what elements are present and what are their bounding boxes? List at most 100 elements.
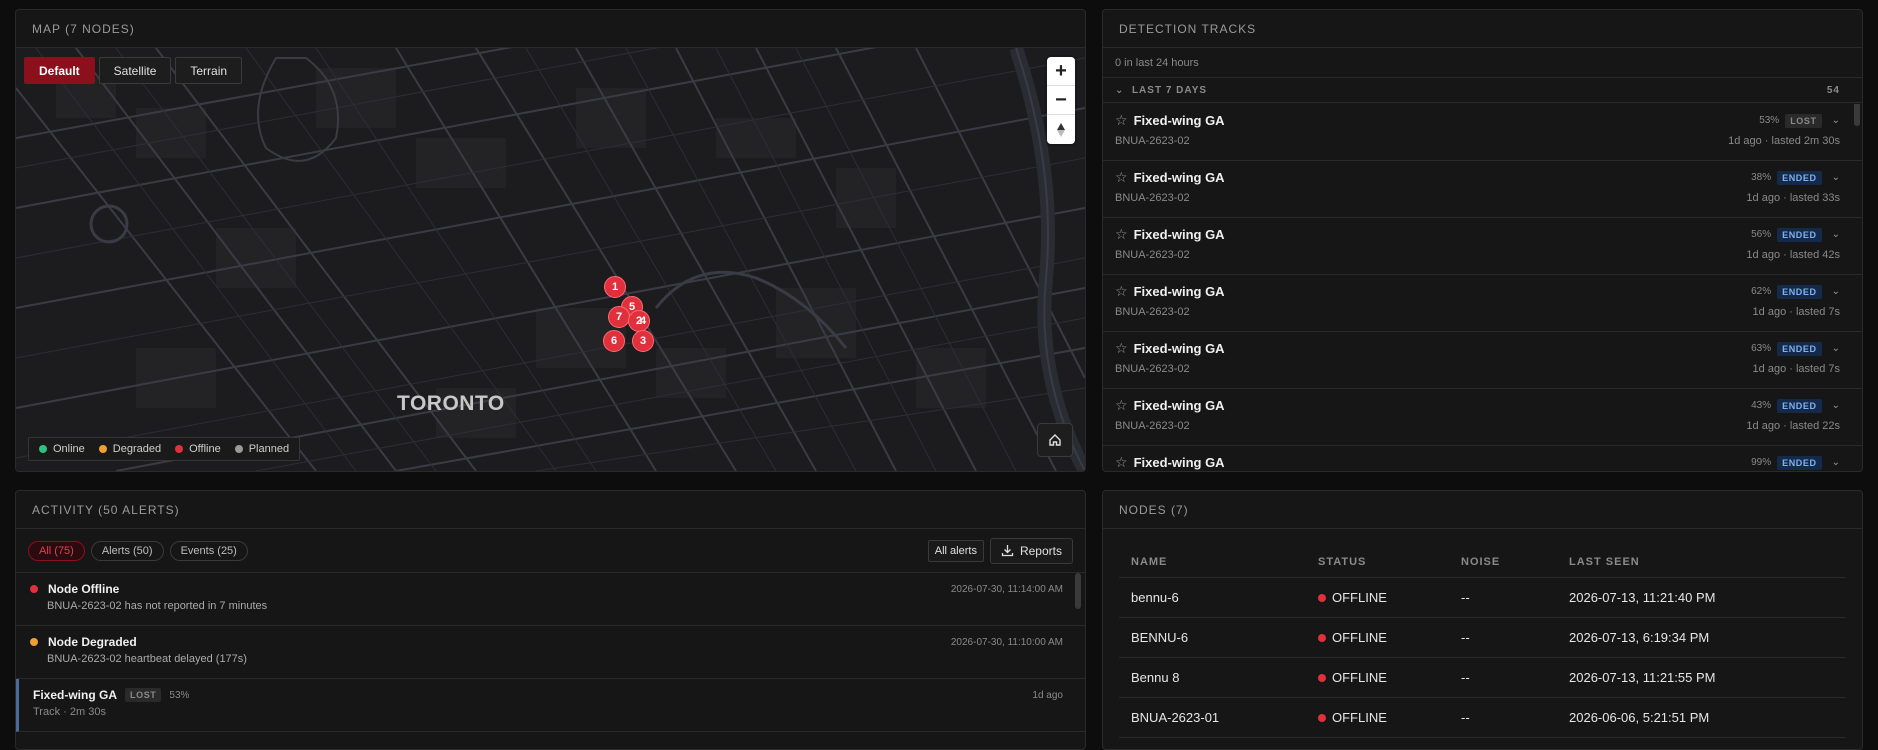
map-legend: Online Degraded Offline Planned	[28, 437, 301, 461]
download-icon	[1001, 545, 1014, 557]
group-count: 54	[1826, 84, 1840, 96]
filter-chip-alerts[interactable]: Alerts (50)	[90, 540, 164, 561]
planned-dot-icon	[234, 445, 243, 453]
offline-dot-icon	[1318, 673, 1326, 682]
node-marker[interactable]: 4	[632, 310, 654, 332]
track-event-item[interactable]: Fixed-wing GA LOST 53% 1d ago Track · 2m 3…	[16, 679, 1085, 732]
map-panel: MAP (7 NODES) Default Satellite Terrain …	[15, 9, 1086, 472]
map-style-tabs: Default Satellite Terrain	[24, 57, 243, 84]
group-toggle[interactable]: ⌄ LAST 7 DAYS	[1115, 85, 1207, 96]
minus-icon: −	[1055, 88, 1067, 111]
chevron-down-icon[interactable]: ⌄	[1832, 286, 1840, 297]
nodes-table: NAME STATUS NOISE LAST SEEN bennu-6 OFFL…	[1119, 546, 1846, 738]
zoom-in-button[interactable]: +	[1047, 57, 1075, 86]
reset-north-button[interactable]	[1047, 115, 1075, 144]
table-row[interactable]: bennu-6 OFFLINE -- 2026-07-13, 11:21:40 …	[1119, 578, 1846, 618]
table-row[interactable]: BNUA-2623-01 OFFLINE -- 2026-06-06, 5:21…	[1119, 698, 1846, 738]
status-badge: ENDED	[1777, 398, 1822, 413]
track-item[interactable]: ☆ Fixed-wing GA 62% ENDED ⌄ BNUA-2623-02 1d …	[1103, 275, 1862, 332]
all-alerts-dropdown[interactable]: All alerts	[927, 539, 984, 562]
detection-tracks-panel: DETECTION TRACKS 0 in last 24 hours ⌄ LA…	[1102, 9, 1863, 472]
track-item[interactable]: ☆ Fixed-wing GA 43% ENDED ⌄ BNUA-2623-02 1d …	[1103, 389, 1862, 446]
track-item[interactable]: ☆ Fixed-wing GA 99% ENDED ⌄	[1103, 446, 1862, 471]
status-badge: LOST	[125, 688, 162, 702]
star-icon[interactable]: ☆	[1115, 169, 1128, 186]
tab-satellite[interactable]: Satellite	[98, 57, 172, 84]
star-icon[interactable]: ☆	[1115, 397, 1128, 414]
star-icon[interactable]: ☆	[1115, 454, 1128, 471]
legend-online: Online	[39, 443, 85, 455]
status-badge: ENDED	[1777, 455, 1822, 470]
reports-button[interactable]: Reports	[989, 537, 1073, 564]
status-badge: LOST	[1785, 113, 1822, 128]
map-streets	[16, 48, 1085, 471]
legend-degraded: Degraded	[98, 443, 161, 455]
column-header-status[interactable]: STATUS	[1318, 556, 1461, 568]
track-item[interactable]: ☆ Fixed-wing GA 63% ENDED ⌄ BNUA-2623-02 1d …	[1103, 332, 1862, 389]
node-marker[interactable]: 1	[604, 276, 626, 298]
offline-dot-icon	[30, 585, 38, 593]
zoom-out-button[interactable]: −	[1047, 86, 1075, 115]
chevron-down-icon[interactable]: ⌄	[1832, 172, 1840, 183]
node-marker[interactable]: 3	[632, 330, 654, 352]
filter-chip-events[interactable]: Events (25)	[169, 540, 248, 561]
alert-item[interactable]: Node Degraded 2026-07-30, 11:10:00 AM BN…	[16, 626, 1085, 679]
table-row[interactable]: Bennu 8 OFFLINE -- 2026-07-13, 11:21:55 …	[1119, 658, 1846, 698]
online-dot-icon	[39, 445, 47, 453]
offline-dot-icon	[1318, 633, 1326, 642]
tracks-summary: 0 in last 24 hours	[1103, 48, 1862, 78]
home-button[interactable]	[1037, 423, 1073, 457]
nodes-panel: NODES (7) NAME STATUS NOISE LAST SEEN be…	[1102, 490, 1863, 750]
zoom-controls: + −	[1047, 57, 1075, 144]
city-label: TORONTO	[397, 392, 505, 415]
status-badge: ENDED	[1777, 170, 1822, 185]
star-icon[interactable]: ☆	[1115, 283, 1128, 300]
node-marker[interactable]: 6	[603, 330, 625, 352]
nodes-title: NODES (7)	[1103, 491, 1862, 529]
offline-dot-icon	[1318, 593, 1326, 602]
track-item[interactable]: ☆ Fixed-wing GA 56% ENDED ⌄ BNUA-2623-02 1d …	[1103, 218, 1862, 275]
plus-icon: +	[1055, 59, 1067, 82]
column-header-last-seen[interactable]: LAST SEEN	[1569, 556, 1846, 568]
degraded-dot-icon	[30, 638, 38, 646]
star-icon[interactable]: ☆	[1115, 112, 1128, 129]
tab-default[interactable]: Default	[24, 57, 95, 84]
chevron-down-icon[interactable]: ⌄	[1832, 343, 1840, 354]
tracks-title: DETECTION TRACKS	[1103, 10, 1862, 48]
node-marker[interactable]: 7	[608, 306, 630, 328]
offline-dot-icon	[175, 445, 184, 453]
chevron-down-icon[interactable]: ⌄	[1832, 400, 1840, 411]
alert-item[interactable]: Node Offline 2026-07-30, 11:14:00 AM BNU…	[16, 573, 1085, 626]
offline-dot-icon	[1318, 713, 1326, 722]
track-item[interactable]: ☆ Fixed-wing GA 53% LOST ⌄ BNUA-2623-02 1d a…	[1103, 104, 1862, 161]
activity-panel: ACTIVITY (50 ALERTS) All (75) Alerts (50…	[15, 490, 1086, 750]
home-icon	[1049, 434, 1061, 446]
status-badge: ENDED	[1777, 227, 1822, 242]
activity-filter-bar: All (75) Alerts (50) Events (25) All ale…	[16, 529, 1085, 573]
degraded-dot-icon	[98, 445, 107, 453]
column-header-noise[interactable]: NOISE	[1461, 556, 1569, 568]
map-title: MAP (7 NODES)	[16, 10, 1085, 48]
chevron-down-icon[interactable]: ⌄	[1832, 229, 1840, 240]
filter-chip-all[interactable]: All (75)	[28, 540, 85, 561]
status-badge: ENDED	[1777, 284, 1822, 299]
star-icon[interactable]: ☆	[1115, 226, 1128, 243]
chevron-down-icon: ⌄	[1115, 84, 1125, 96]
track-item[interactable]: ☆ Fixed-wing GA 38% ENDED ⌄ BNUA-2623-02 1d …	[1103, 161, 1862, 218]
activity-scrollbar[interactable]	[1075, 573, 1081, 609]
compass-icon	[1057, 122, 1065, 137]
table-header: NAME STATUS NOISE LAST SEEN	[1119, 546, 1846, 578]
status-badge: ENDED	[1777, 341, 1822, 356]
map-canvas[interactable]: Default Satellite Terrain + − TORONTO 1 …	[16, 48, 1085, 471]
chevron-down-icon[interactable]: ⌄	[1832, 457, 1840, 468]
track-list: ☆ Fixed-wing GA 53% LOST ⌄ BNUA-2623-02 1d a…	[1103, 104, 1862, 471]
table-row[interactable]: BENNU-6 OFFLINE -- 2026-07-13, 6:19:34 P…	[1119, 618, 1846, 658]
tracks-group-header[interactable]: ⌄ LAST 7 DAYS 54	[1103, 78, 1862, 103]
activity-title: ACTIVITY (50 ALERTS)	[16, 491, 1085, 529]
tab-terrain[interactable]: Terrain	[175, 57, 243, 84]
legend-planned: Planned	[234, 443, 289, 455]
star-icon[interactable]: ☆	[1115, 340, 1128, 357]
column-header-name[interactable]: NAME	[1119, 556, 1318, 568]
tracks-scrollbar[interactable]	[1854, 104, 1860, 126]
chevron-down-icon[interactable]: ⌄	[1832, 115, 1840, 126]
